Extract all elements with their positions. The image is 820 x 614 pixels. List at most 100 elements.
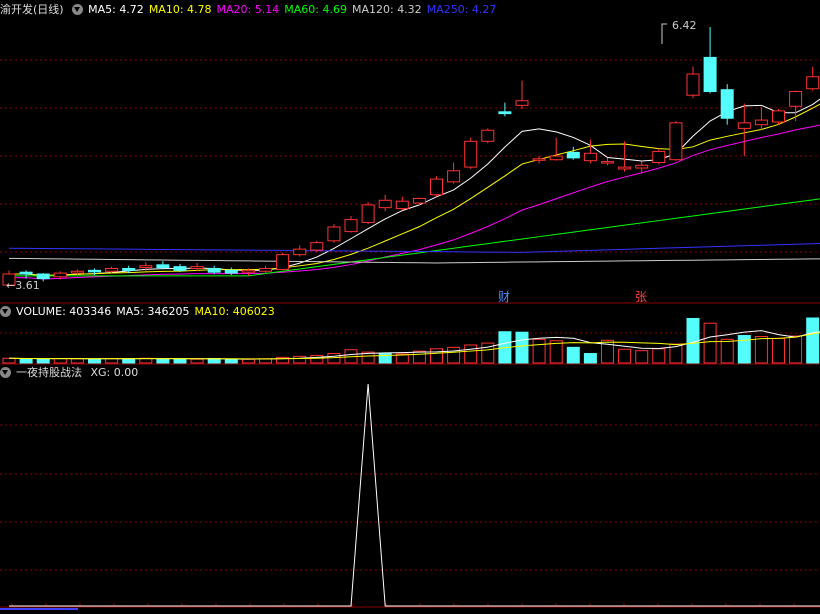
candle-body bbox=[737, 122, 751, 129]
chart-period: (日线) bbox=[33, 3, 64, 16]
high-marker-line bbox=[661, 23, 667, 44]
volume-bar bbox=[583, 353, 597, 364]
volume-bar bbox=[703, 322, 717, 364]
volume-legend-value: 406023 bbox=[232, 305, 275, 318]
panel-menu-icon[interactable] bbox=[72, 4, 84, 15]
candle-body bbox=[806, 76, 820, 90]
volume-legend-label: MA5: bbox=[116, 305, 148, 318]
volume-bar bbox=[36, 358, 50, 364]
candle-body bbox=[156, 264, 170, 269]
volume-bar bbox=[464, 344, 478, 364]
ma120-line bbox=[8, 257, 820, 264]
volume-legend-value: 403346 bbox=[69, 305, 112, 318]
candle-body bbox=[720, 89, 734, 119]
ma-legend-label: MA20: bbox=[216, 3, 255, 16]
volume-bar bbox=[515, 331, 529, 364]
candle-body bbox=[601, 161, 614, 164]
volume-panel-header: VOLUME: 403346 MA5: 346205 MA10: 406023 bbox=[0, 304, 285, 320]
candle-body bbox=[293, 248, 307, 256]
volume-legend-label: MA10: bbox=[194, 305, 233, 318]
candle-body bbox=[88, 269, 101, 273]
candle-body bbox=[635, 164, 649, 169]
volume-bar bbox=[224, 358, 238, 364]
candle-body bbox=[105, 267, 119, 272]
volume-bar bbox=[88, 358, 101, 364]
candle-body bbox=[686, 73, 700, 96]
candle-body bbox=[19, 271, 33, 275]
event-marker-finance[interactable]: 财 bbox=[498, 288, 510, 305]
candle-body bbox=[669, 122, 683, 161]
volume-bar bbox=[19, 358, 33, 364]
candle-body bbox=[327, 226, 341, 242]
main-panel-header: 渝开发(日线) MA5: 4.72 MA10: 4.78 MA20: 5.14 MA6… bbox=[0, 2, 506, 18]
stock-name: 渝开发 bbox=[0, 3, 33, 16]
volume-bar bbox=[2, 357, 16, 364]
volume-bar bbox=[156, 358, 170, 364]
ma20-line bbox=[8, 124, 820, 280]
candle-body bbox=[703, 56, 717, 93]
candle-body bbox=[566, 151, 580, 159]
ma-legend-value: 4.72 bbox=[119, 3, 144, 16]
candle-body bbox=[241, 269, 255, 273]
candle-body bbox=[481, 129, 495, 142]
candle-body bbox=[70, 270, 84, 274]
volume-bar bbox=[754, 335, 768, 364]
xg-legend-value: 0.00 bbox=[113, 366, 139, 379]
candle-body bbox=[361, 204, 375, 223]
volume-bar bbox=[447, 346, 461, 364]
low-arrow-icon: ← bbox=[6, 279, 16, 292]
candle-body bbox=[378, 199, 392, 209]
candle-body bbox=[464, 140, 478, 168]
candle-body bbox=[430, 178, 443, 196]
candle-body bbox=[549, 155, 563, 161]
xg-legend-label: XG: bbox=[90, 366, 114, 379]
ma-legend-label: MA5: bbox=[88, 3, 120, 16]
volume-bar bbox=[652, 348, 666, 364]
scroll-indicator bbox=[0, 608, 78, 610]
indicator-menu-icon[interactable] bbox=[0, 367, 11, 378]
ma-legend-label: MA60: bbox=[284, 3, 323, 16]
ma-legend-value: 5.14 bbox=[254, 3, 280, 16]
candle-body bbox=[412, 197, 426, 204]
volume-bar bbox=[618, 348, 632, 364]
volume-legend-label: VOLUME: bbox=[16, 305, 70, 318]
volume-menu-icon[interactable] bbox=[0, 306, 11, 317]
volume-bar bbox=[122, 358, 136, 364]
candle-body bbox=[498, 111, 512, 115]
volume-bar bbox=[190, 358, 204, 364]
candle-body bbox=[772, 110, 785, 123]
volume-bar bbox=[70, 358, 84, 364]
candle-body bbox=[53, 272, 67, 278]
volume-bar bbox=[310, 354, 324, 364]
candle-body bbox=[447, 170, 461, 183]
indicator-name: 一夜持股战法 bbox=[16, 366, 82, 379]
candle-body bbox=[259, 267, 272, 272]
volume-bar bbox=[772, 337, 785, 364]
volume-bar bbox=[789, 335, 803, 364]
indicator-panel-header: 一夜持股战法 XG: 0.00 bbox=[0, 365, 143, 381]
event-marker-rise[interactable]: 张 bbox=[635, 288, 647, 305]
volume-bar bbox=[293, 355, 307, 364]
ma-legend-label: MA250: bbox=[426, 3, 472, 16]
volume-bar bbox=[241, 358, 255, 364]
volume-bar bbox=[635, 350, 649, 364]
candle-body bbox=[344, 219, 358, 233]
candle-body bbox=[36, 273, 50, 280]
volume-bar bbox=[430, 348, 443, 364]
xg-signal-line bbox=[9, 383, 820, 607]
candle-body bbox=[207, 267, 221, 273]
candle-body bbox=[173, 266, 187, 271]
candle-body bbox=[122, 267, 136, 271]
candle-body bbox=[652, 150, 666, 163]
ma-legend-value: 4.27 bbox=[471, 3, 497, 16]
volume-legend-value: 346205 bbox=[147, 305, 190, 318]
ma-legend-label: MA10: bbox=[148, 3, 188, 16]
volume-bar bbox=[412, 350, 426, 364]
volume-bar bbox=[806, 317, 820, 364]
candle-body bbox=[310, 242, 324, 251]
candle-body bbox=[618, 166, 632, 170]
candle-body bbox=[395, 200, 409, 210]
high-price-label: 6.42 bbox=[672, 19, 697, 32]
volume-bar bbox=[53, 358, 67, 364]
ma-legend-label: MA120: bbox=[351, 3, 398, 16]
